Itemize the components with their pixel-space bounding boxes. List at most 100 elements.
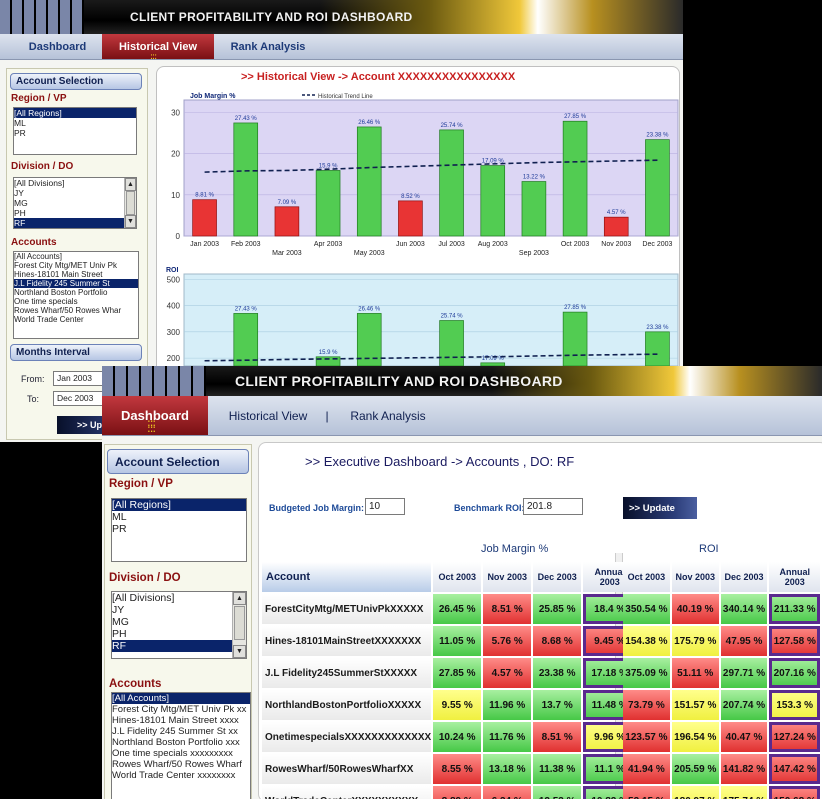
benchmark-input[interactable]: 201.8 [523,498,583,515]
budget-input[interactable]: 10 [365,498,405,515]
region-option[interactable]: PR [112,523,246,535]
table-row[interactable]: 154.38 % 175.79 % 47.95 % 127.58 % [623,626,820,656]
to-input[interactable]: Dec 2003 [53,391,103,406]
scroll-thumb[interactable] [234,606,245,640]
account-cell[interactable]: ForestCityMtg/METUnivPkXXXXX [262,594,432,624]
jm-col-header[interactable]: Dec 2003 [533,562,582,592]
tab-rank-analysis[interactable]: Rank Analysis [350,396,426,435]
tab-rank-analysis[interactable]: Rank Analysis [222,34,314,59]
division-option[interactable]: RF [14,218,136,228]
table-row[interactable]: 73.79 % 151.57 % 207.74 % 153.3 % [623,690,820,720]
table-row[interactable]: WorldTradeCenterXXXXXXXXXX8.89 %6.34 %12… [262,786,637,799]
account-option[interactable]: World Trade Center xxxxxxxx [112,770,250,781]
region-option[interactable]: ML [112,511,246,523]
division-option[interactable]: PH [14,208,136,218]
division-option[interactable]: JY [14,188,136,198]
account-option[interactable]: Rowes Wharf/50 Rowes Wharf [112,759,250,770]
title-bar: CLIENT PROFITABILITY AND ROI DASHBOARD [102,366,822,396]
table-row[interactable]: 350.54 % 40.19 % 340.14 % 211.33 % [623,594,820,624]
account-option[interactable]: Northland Boston Portfolio [14,288,138,297]
jm-col-header[interactable]: Oct 2003 [433,562,482,592]
region-label: Region / VP [109,478,173,490]
scroll-thumb[interactable] [126,191,135,215]
account-cell[interactable]: NorthlandBostonPortfolioXXXXX [262,690,432,720]
account-cell[interactable]: RowesWharf/50RowesWharfXX [262,754,432,784]
job-margin-header: Job Margin % [481,543,549,555]
title-bar: CLIENT PROFITABILITY AND ROI DASHBOARD [0,0,683,34]
roi-cell: 73.79 % [623,690,670,720]
account-option[interactable]: Rowes Wharf/50 Rowes Whar [14,306,138,315]
account-cell[interactable]: WorldTradeCenterXXXXXXXXXX [262,786,432,799]
division-list[interactable]: [All Divisions] JY MG PH RF ▲ ▼ [13,177,137,229]
jm-col-header[interactable]: Nov 2003 [483,562,532,592]
region-list[interactable]: [All Regions] ML PR [13,107,137,155]
region-list[interactable]: [All Regions] ML PR [111,498,247,562]
account-option[interactable]: One time specials [14,297,138,306]
bar-value-label: 7.09 % [278,200,297,206]
roi-col-header[interactable]: Annual 2003 [769,562,820,592]
region-option[interactable]: ML [14,118,136,128]
account-option[interactable]: Forest City Mtg/MET Univ Pk xx [112,704,250,715]
account-column-header[interactable]: Account [262,562,432,592]
region-option[interactable]: [All Regions] [112,499,246,511]
job-margin-cell: 27.85 % [433,658,482,688]
division-scrollbar[interactable]: ▲ ▼ [232,592,246,658]
tab-historical-view[interactable]: Historical View [224,396,312,435]
region-option[interactable]: PR [14,128,136,138]
tab-historical-view[interactable]: Historical View [102,34,214,59]
from-input[interactable]: Jan 2003 [53,371,103,386]
table-row[interactable]: 375.09 % 51.11 % 297.71 % 207.16 % [623,658,820,688]
roi-col-header[interactable]: Nov 2003 [671,562,719,592]
scroll-up-icon[interactable]: ▲ [125,178,136,191]
account-option[interactable]: World Trade Center [14,315,138,324]
table-row[interactable]: NorthlandBostonPortfolioXXXXX 9.55 % 11.96… [262,690,637,720]
region-option[interactable]: [All Regions] [14,108,136,118]
job-margin-cell: 13.7 % [533,690,582,720]
update-button[interactable]: >> Update [623,497,697,519]
table-row[interactable]: Hines-18101MainStreetXXXXXXX 11.05 % 5.76 … [262,626,637,656]
table-row[interactable]: RowesWharf/50RowesWharfXX 8.55 % 13.18 % 11… [262,754,637,784]
table-row[interactable]: ForestCityMtg/METUnivPkXXXXX 26.45 % 8.51 … [262,594,637,624]
y-tick-label: 400 [167,302,181,311]
account-option[interactable]: One time specials xxxxxxxxx [112,748,250,759]
account-option[interactable]: Forest City Mtg/MET Univ Pk [14,261,138,270]
division-option[interactable]: MG [14,198,136,208]
division-option[interactable]: [All Divisions] [14,178,136,188]
scroll-up-icon[interactable]: ▲ [233,592,246,605]
accounts-list[interactable]: [All Accounts] Forest City Mtg/MET Univ … [111,692,251,799]
account-option[interactable]: Hines-18101 Main Street [14,270,138,279]
scroll-down-icon[interactable]: ▼ [233,645,246,658]
account-option[interactable]: [All Accounts] [112,693,250,704]
division-option[interactable]: PH [112,628,246,640]
division-option[interactable]: MG [112,616,246,628]
roi-col-header[interactable]: Dec 2003 [720,562,768,592]
account-option[interactable]: Hines-18101 Main Street xxxx [112,715,250,726]
roi-cell: 41.94 % [623,754,670,784]
division-option[interactable]: JY [112,604,246,616]
roi-col-header[interactable]: Oct 2003 [623,562,670,592]
bar [645,139,670,237]
job-margin-cell: 8.51 % [483,594,532,624]
table-row[interactable]: 123.57 % 196.54 % 40.47 % 127.24 % [623,722,820,752]
front-sidebar: Account Selection Region / VP [All Regio… [104,444,252,799]
account-option[interactable]: J.L Fidelity 245 Summer St xx [112,726,250,737]
tab-dashboard[interactable]: Dashboard [10,34,105,59]
account-option[interactable]: Northland Boston Portfolio xxx [112,737,250,748]
division-option[interactable]: RF [112,640,246,652]
job-margin-cell: 8.51 % [533,722,582,752]
division-list[interactable]: [All Divisions] JY MG PH RF ▲ ▼ [111,591,247,659]
table-row[interactable]: OnetimespecialsXXXXXXXXXXXXX 10.24 % 11.76… [262,722,637,752]
account-cell[interactable]: OnetimespecialsXXXXXXXXXXXXX [262,722,432,752]
account-cell[interactable]: J.L Fidelity245SummerStXXXXX [262,658,432,688]
division-option[interactable]: [All Divisions] [112,592,246,604]
account-option[interactable]: [All Accounts] [14,252,138,261]
table-row[interactable]: J.L Fidelity245SummerStXXXXX 27.85 % 4.57 … [262,658,637,688]
division-scrollbar[interactable]: ▲ ▼ [124,178,136,228]
accounts-list[interactable]: [All Accounts] Forest City Mtg/MET Univ … [13,251,139,339]
table-row[interactable]: 41.94 % 205.59 % 141.82 % 147.42 % [623,754,820,784]
account-option[interactable]: J.L Fidelity 245 Summer St [14,279,138,288]
scroll-down-icon[interactable]: ▼ [125,215,136,228]
account-cell[interactable]: Hines-18101MainStreetXXXXXXX [262,626,432,656]
roi-cell: 127.58 % [769,626,820,656]
table-row[interactable]: 53.15 %180.97 %175.74 %150.68 % [623,786,820,799]
